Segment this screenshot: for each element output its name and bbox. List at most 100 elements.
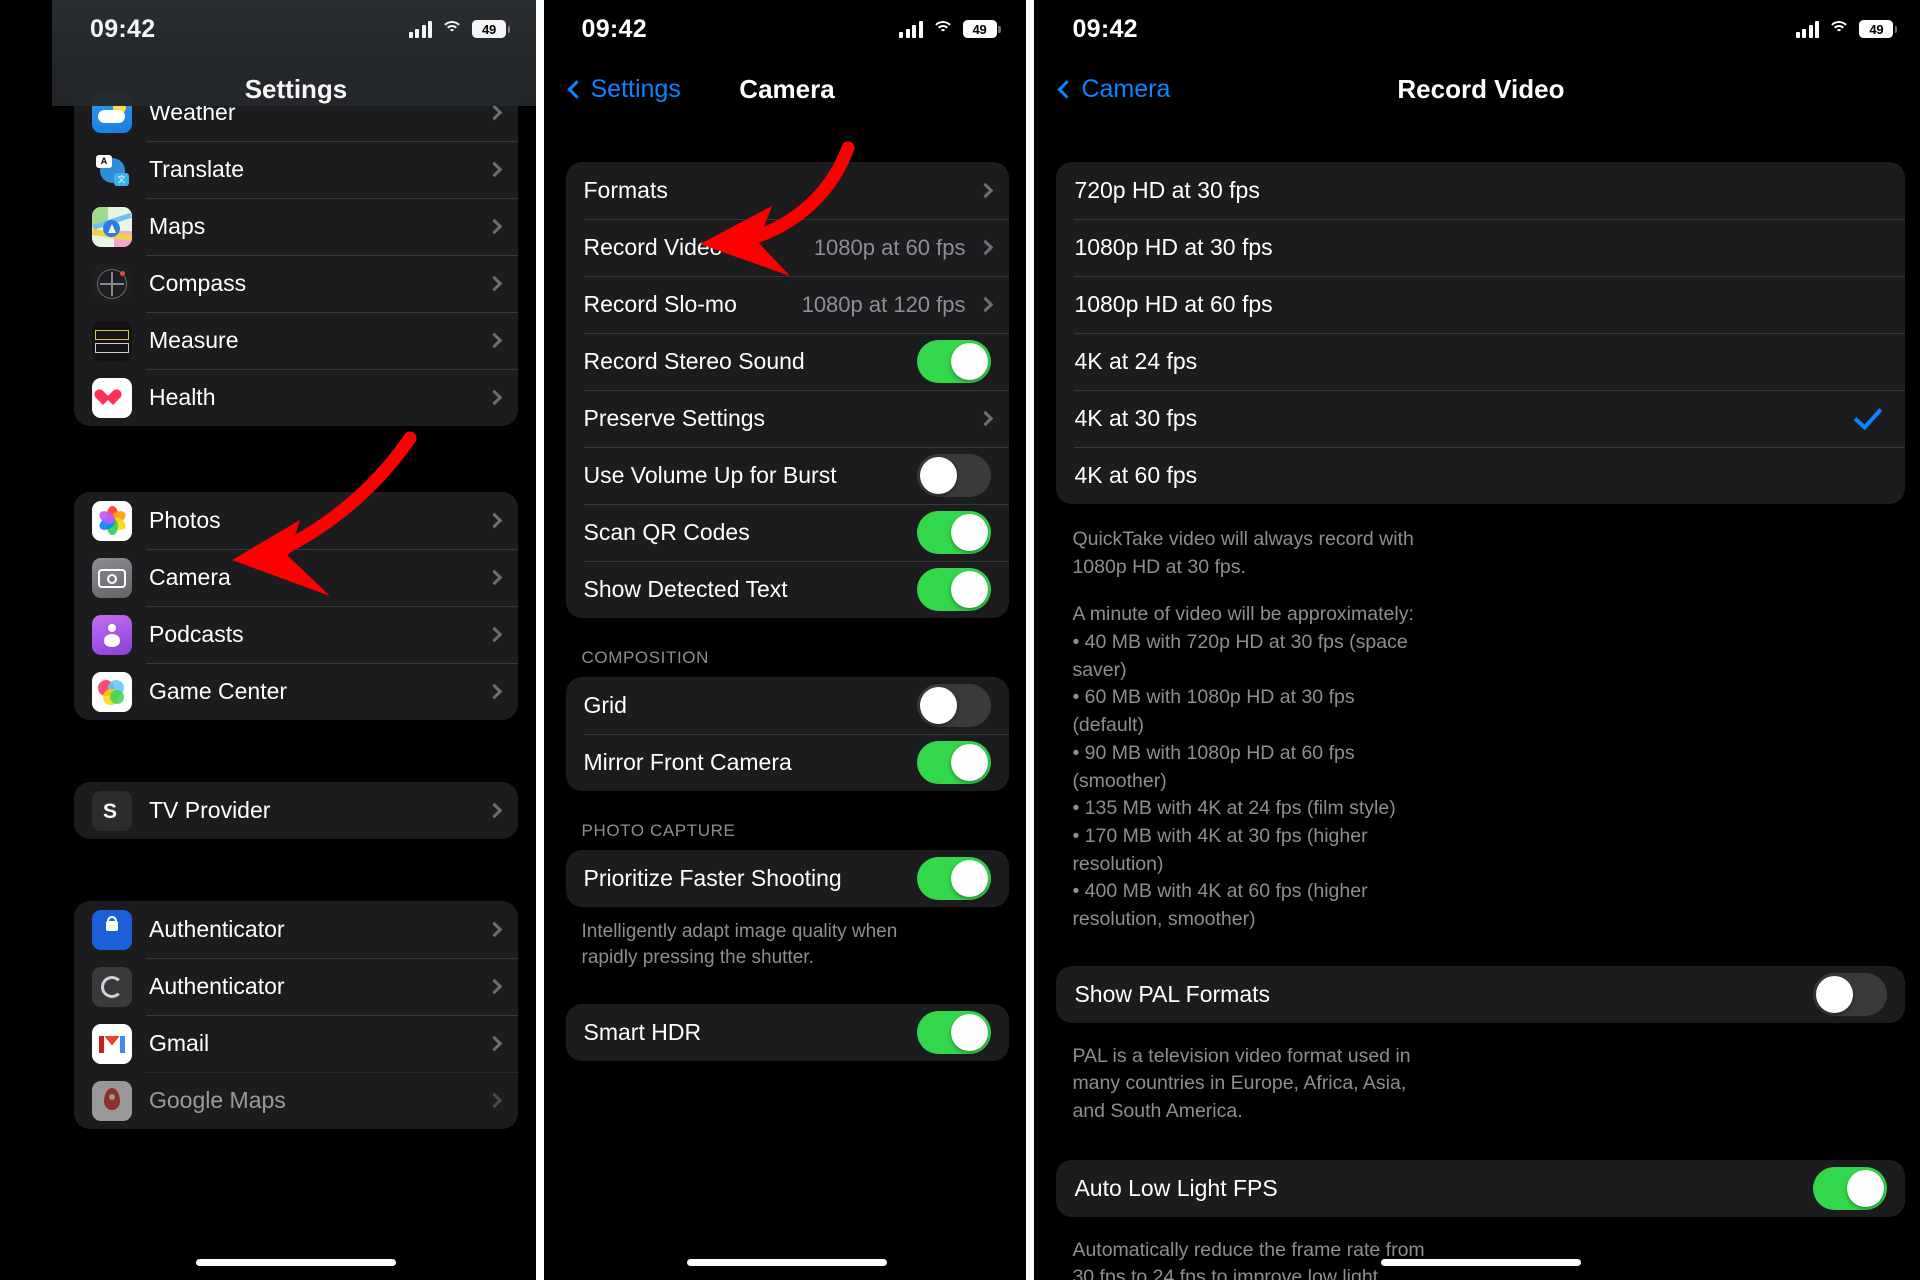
- panel1-screen: Weather A文 Translate Maps Compass Measur…: [52, 0, 536, 1280]
- row-formats[interactable]: Formats: [566, 162, 1009, 219]
- toggle-show-pal-formats[interactable]: [1813, 972, 1888, 1016]
- panel-divider: [1026, 0, 1035, 1280]
- back-button-label: Settings: [590, 74, 681, 103]
- battery-icon: 49: [1859, 20, 1898, 38]
- toggle-scan-qr-codes[interactable]: [916, 511, 991, 554]
- toggle-use-volume-up-for-burst[interactable]: [916, 454, 991, 497]
- phone-panel-settings: Weather A文 Translate Maps Compass Measur…: [0, 0, 536, 1280]
- back-button-camera[interactable]: Camera: [1034, 75, 1170, 104]
- chevron-right-icon: [486, 569, 503, 586]
- row-mirror-front-camera[interactable]: Mirror Front Camera: [566, 734, 1009, 791]
- row-label: 720p HD at 30 fps: [1074, 177, 1260, 203]
- status-time: 09:42: [581, 14, 647, 43]
- sidebar-item-measure[interactable]: Measure: [74, 312, 518, 369]
- row-auto-low-light-fps[interactable]: Auto Low Light FPS: [1056, 1160, 1905, 1217]
- phone-panel-camera: 09:42 49 Settings Camera Formats Record …: [543, 0, 1027, 1280]
- row-label: 4K at 30 fps: [1074, 405, 1198, 431]
- row-label: Scan QR Codes: [583, 519, 750, 545]
- status-bar: 09:42 49: [1034, 0, 1920, 58]
- wifi-icon: [441, 20, 463, 38]
- sidebar-item-google-maps[interactable]: Google Maps: [74, 1072, 518, 1129]
- sidebar-item-authenticator-2[interactable]: Authenticator: [74, 958, 518, 1015]
- row-label: Google Maps: [149, 1087, 286, 1113]
- pal-formats-group: Show PAL Formats: [1056, 965, 1906, 1023]
- sidebar-item-health[interactable]: Health: [74, 369, 518, 426]
- footnote-intro-text: A minute of video will be approximately:: [1072, 603, 1414, 626]
- row-label: Record Stereo Sound: [583, 348, 805, 374]
- camera-settings-scroll[interactable]: Formats Record Video 1080p at 60 fps Rec…: [544, 120, 1027, 1280]
- record-video-scroll[interactable]: 720p HD at 30 fps 1080p HD at 30 fps 108…: [1034, 120, 1920, 1280]
- row-label: Auto Low Light FPS: [1074, 1174, 1278, 1201]
- camera-composition-group: Grid Mirror Front Camera: [565, 677, 1009, 791]
- option-720p-30[interactable]: 720p HD at 30 fps: [1056, 162, 1905, 219]
- option-1080p-30[interactable]: 1080p HD at 30 fps: [1056, 219, 1906, 276]
- chevron-right-icon: [486, 626, 503, 643]
- footnote-pal: PAL is a television video format used in…: [1072, 1044, 1411, 1122]
- sidebar-item-tv-provider[interactable]: S TV Provider: [74, 782, 518, 839]
- battery-percent: 49: [481, 21, 497, 37]
- translate-app-icon: A文: [92, 149, 132, 190]
- option-4k-30[interactable]: 4K at 30 fps: [1056, 390, 1906, 447]
- back-button-settings[interactable]: Settings: [544, 75, 681, 104]
- cellular-signal-icon: [1795, 20, 1820, 38]
- row-label: Show Detected Text: [583, 576, 788, 602]
- sidebar-item-podcasts[interactable]: Podcasts: [74, 606, 518, 663]
- row-prioritize-faster-shooting[interactable]: Prioritize Faster Shooting: [566, 850, 1009, 907]
- settings-group-third-party-apps: Authenticator Authenticator Gmail Google…: [74, 901, 518, 1129]
- row-grid[interactable]: Grid: [566, 677, 1009, 734]
- row-show-detected-text[interactable]: Show Detected Text: [566, 561, 1009, 618]
- footnote-quicktake-text: QuickTake video will always record with …: [1072, 528, 1414, 578]
- row-label: Mirror Front Camera: [583, 749, 792, 775]
- row-label: Prioritize Faster Shooting: [583, 865, 842, 891]
- chevron-right-icon: [977, 296, 993, 313]
- row-smart-hdr[interactable]: Smart HDR: [566, 1004, 1009, 1061]
- row-preserve-settings[interactable]: Preserve Settings: [566, 390, 1009, 447]
- toggle-mirror-front-camera[interactable]: [916, 741, 991, 784]
- section-header-composition: COMPOSITION: [581, 648, 709, 667]
- photos-app-icon: [92, 500, 132, 541]
- sidebar-item-photos[interactable]: Photos: [74, 492, 518, 549]
- cellular-signal-icon: [408, 20, 432, 38]
- row-record-slomo[interactable]: Record Slo-mo 1080p at 120 fps: [566, 276, 1009, 333]
- battery-icon: 49: [962, 20, 1001, 38]
- cellular-signal-icon: [899, 20, 923, 38]
- row-label: Game Center: [149, 678, 288, 704]
- settings-group-apple-apps: Weather A文 Translate Maps Compass Measur…: [74, 84, 518, 426]
- row-label: Grid: [583, 692, 627, 718]
- option-4k-24[interactable]: 4K at 24 fps: [1056, 333, 1906, 390]
- toggle-auto-low-light-fps[interactable]: [1813, 1166, 1888, 1210]
- sidebar-item-compass[interactable]: Compass: [74, 255, 518, 312]
- toggle-grid[interactable]: [916, 684, 991, 727]
- option-1080p-60[interactable]: 1080p HD at 60 fps: [1056, 276, 1906, 333]
- toggle-smart-hdr[interactable]: [916, 1011, 991, 1055]
- toggle-prioritize-faster-shooting[interactable]: [916, 857, 991, 900]
- row-scan-qr-codes[interactable]: Scan QR Codes: [566, 504, 1009, 561]
- chevron-right-icon: [486, 683, 503, 700]
- row-use-volume-up-for-burst[interactable]: Use Volume Up for Burst: [566, 447, 1009, 504]
- settings-scroll-list[interactable]: Weather A文 Translate Maps Compass Measur…: [52, 84, 536, 1280]
- sidebar-item-translate[interactable]: A文 Translate: [74, 141, 518, 198]
- row-record-video[interactable]: Record Video 1080p at 60 fps: [566, 219, 1009, 276]
- chevron-right-icon: [486, 161, 503, 178]
- option-4k-60[interactable]: 4K at 60 fps: [1056, 447, 1906, 504]
- toggle-show-detected-text[interactable]: [916, 568, 991, 611]
- chevron-right-icon: [486, 802, 503, 819]
- row-label: 1080p HD at 30 fps: [1074, 234, 1273, 260]
- row-label: Translate: [149, 156, 245, 182]
- sidebar-item-authenticator-1[interactable]: Authenticator: [74, 901, 518, 958]
- row-label: Compass: [149, 270, 247, 296]
- row-show-pal-formats[interactable]: Show PAL Formats: [1056, 966, 1905, 1023]
- auto-low-light-group: Auto Low Light FPS: [1056, 1159, 1906, 1217]
- sidebar-item-game-center[interactable]: Game Center: [74, 663, 518, 720]
- row-label: 4K at 60 fps: [1074, 462, 1198, 488]
- footnote-prioritize-faster-shooting: Intelligently adapt image quality when r…: [581, 921, 898, 968]
- sidebar-item-camera[interactable]: Camera: [74, 549, 518, 606]
- row-label: Record Video: [583, 234, 723, 260]
- row-record-stereo-sound[interactable]: Record Stereo Sound: [566, 333, 1009, 390]
- sidebar-item-gmail[interactable]: Gmail: [74, 1015, 518, 1072]
- phone-panel-record-video: 09:42 49 Camera Record Video 720p HD at …: [1034, 0, 1920, 1280]
- footnote-low-light: Automatically reduce the frame rate from…: [1072, 1238, 1425, 1280]
- toggle-record-stereo-sound[interactable]: [916, 340, 991, 383]
- sidebar-item-maps[interactable]: Maps: [74, 198, 518, 255]
